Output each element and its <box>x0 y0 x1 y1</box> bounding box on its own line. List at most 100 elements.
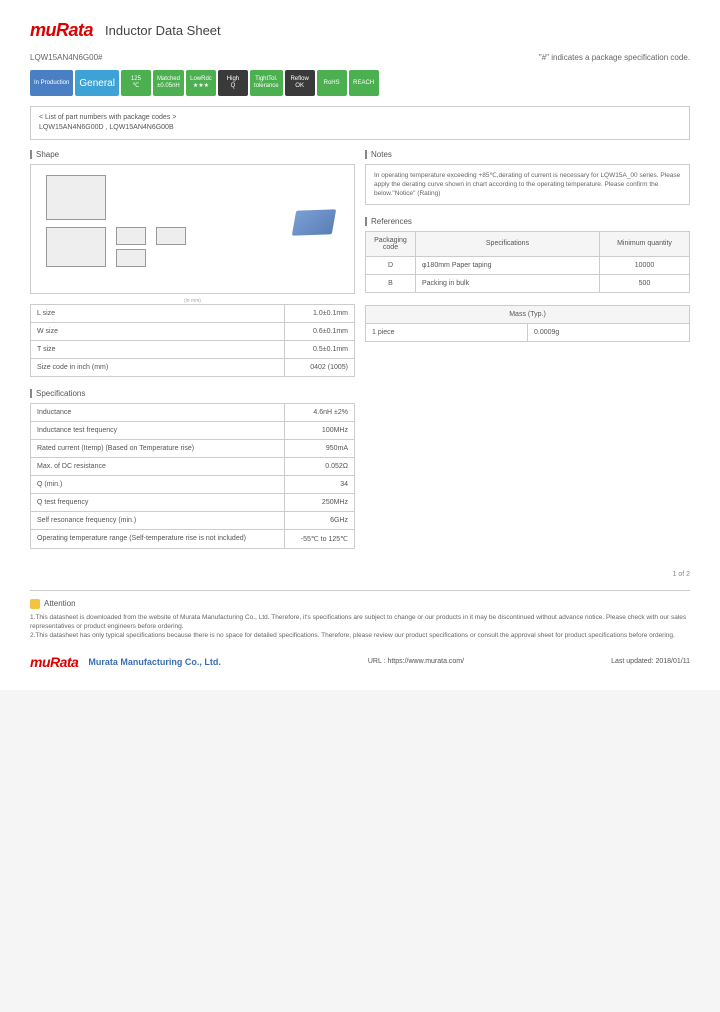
cell: Rated current (Itemp) (Based on Temperat… <box>31 439 285 457</box>
badge-lowrdc: LowRdc★★★ <box>186 70 216 96</box>
cell: Specifications <box>416 231 600 256</box>
cell: L size <box>31 304 285 322</box>
last-updated: Last updated: 2018/01/11 <box>611 658 690 665</box>
badge-rohs: RoHS <box>317 70 347 96</box>
table-header-row: Packaging code Specifications Minimum qu… <box>366 231 690 256</box>
cell: φ180mm Paper taping <box>416 256 600 274</box>
cell: 34 <box>285 475 355 493</box>
cell: 1 piece <box>366 323 528 341</box>
badge-reflow: ReflowOK <box>285 70 315 96</box>
right-column: Notes In operating temperature exceeding… <box>365 150 690 561</box>
spec-table: Inductance4.6nH ±2% Inductance test freq… <box>30 403 355 549</box>
table-row: Inductance4.6nH ±2% <box>31 403 355 421</box>
cell: B <box>366 274 416 292</box>
table-row: L size1.0±0.1mm <box>31 304 355 322</box>
badge-production: In Production <box>30 70 73 96</box>
attention-label: Attention <box>44 599 76 608</box>
cell: 0.0009g <box>528 323 690 341</box>
badge-temp: 125℃ <box>121 70 151 96</box>
footer-logo: muRata <box>30 654 78 670</box>
table-row: Max. of DC resistance0.052Ω <box>31 457 355 475</box>
cell: T size <box>31 340 285 358</box>
badge-reflow-l2: OK <box>295 83 304 90</box>
badge-highq-l1: High <box>227 76 239 83</box>
table-row: Self resonance frequency (min.)6GHz <box>31 511 355 529</box>
attention-text-2: 2.This datasheet has only typical specif… <box>30 631 690 640</box>
cell: Inductance test frequency <box>31 421 285 439</box>
footer-url: URL : https://www.murata.com/ <box>368 658 464 665</box>
package-note: "#" indicates a package specification co… <box>539 53 690 62</box>
cell: Packing in bulk <box>416 274 600 292</box>
columns: Shape (in mm) L size1.0±0.1mm W size0.6±… <box>30 150 690 561</box>
table-row: W size0.6±0.1mm <box>31 322 355 340</box>
cell: W size <box>31 322 285 340</box>
badge-highq-l2: Q <box>231 83 236 90</box>
warning-icon <box>30 599 40 609</box>
cell: 100MHz <box>285 421 355 439</box>
badge-reach: REACH <box>349 70 379 96</box>
badge-highq: HighQ <box>218 70 248 96</box>
cell: D <box>366 256 416 274</box>
table-row: Rated current (Itemp) (Based on Temperat… <box>31 439 355 457</box>
shape-table: L size1.0±0.1mm W size0.6±0.1mm T size0.… <box>30 304 355 377</box>
badge-temp-val: 125 <box>131 76 141 83</box>
table-row: 1 piece 0.0009g <box>366 323 690 341</box>
table-row: Q (min.)34 <box>31 475 355 493</box>
table-row: B Packing in bulk 500 <box>366 274 690 292</box>
cell: 1.0±0.1mm <box>285 304 355 322</box>
cell: 10000 <box>600 256 690 274</box>
table-row: Inductance test frequency100MHz <box>31 421 355 439</box>
table-row: T size0.5±0.1mm <box>31 340 355 358</box>
shape-diagram <box>30 164 355 294</box>
notes-box: In operating temperature exceeding +85℃,… <box>365 164 690 205</box>
mass-header: Mass (Typ.) <box>366 305 690 323</box>
cell: 0402 (1005) <box>285 358 355 376</box>
cell: -55℃ to 125℃ <box>285 529 355 548</box>
page-title: Inductor Data Sheet <box>105 23 221 38</box>
logo: muRata <box>30 20 93 41</box>
cell: 0.5±0.1mm <box>285 340 355 358</box>
badge-lowrdc-l2: ★★★ <box>193 83 209 90</box>
badge-matched-l1: Matched <box>157 76 180 83</box>
component-3d-icon <box>292 209 336 235</box>
table-row: D φ180mm Paper taping 10000 <box>366 256 690 274</box>
company-name: Murata Manufacturing Co., Ltd. <box>88 657 221 667</box>
part-number: LQW15AN4N6G00# <box>30 53 102 62</box>
cell: Max. of DC resistance <box>31 457 285 475</box>
cell: Self resonance frequency (min.) <box>31 511 285 529</box>
cell: Size code in inch (mm) <box>31 358 285 376</box>
badge-tight-l1: TightTol. <box>255 76 277 83</box>
table-row: Size code in inch (mm)0402 (1005) <box>31 358 355 376</box>
page: muRata Inductor Data Sheet LQW15AN4N6G00… <box>0 0 720 690</box>
cell: 0.6±0.1mm <box>285 322 355 340</box>
cell: Inductance <box>31 403 285 421</box>
cell: Operating temperature range (Self-temper… <box>31 529 285 548</box>
page-number: 1 of 2 <box>30 571 690 578</box>
part-list-items: LQW15AN4N6G00D , LQW15AN4N6G00B <box>39 123 681 133</box>
badge-matched: Matched±0.05nH <box>153 70 184 96</box>
badge-general: General <box>75 70 119 96</box>
left-column: Shape (in mm) L size1.0±0.1mm W size0.6±… <box>30 150 355 561</box>
table-row: Operating temperature range (Self-temper… <box>31 529 355 548</box>
badge-tight-l2: tolerance <box>254 83 279 90</box>
table-row: Q test frequency250MHz <box>31 493 355 511</box>
part-list-heading: < List of part numbers with package code… <box>39 113 681 123</box>
badge-reflow-l1: Reflow <box>290 76 308 83</box>
cell: 6GHz <box>285 511 355 529</box>
badge-tight: TightTol.tolerance <box>250 70 283 96</box>
section-notes-title: Notes <box>365 150 690 159</box>
subheader: LQW15AN4N6G00# "#" indicates a package s… <box>30 53 690 62</box>
section-shape-title: Shape <box>30 150 355 159</box>
header: muRata Inductor Data Sheet <box>30 20 690 41</box>
badges-row: In Production General 125℃ Matched±0.05n… <box>30 70 690 96</box>
cell: 950mA <box>285 439 355 457</box>
cell: Packaging code <box>366 231 416 256</box>
cell: Q test frequency <box>31 493 285 511</box>
footer-attention: Attention 1.This datasheet is downloaded… <box>30 590 690 640</box>
cell: 4.6nH ±2% <box>285 403 355 421</box>
cell: 250MHz <box>285 493 355 511</box>
cell: Q (min.) <box>31 475 285 493</box>
cell: 0.052Ω <box>285 457 355 475</box>
attention-text-1: 1.This datasheet is downloaded from the … <box>30 613 690 631</box>
badge-temp-unit: ℃ <box>133 83 140 90</box>
